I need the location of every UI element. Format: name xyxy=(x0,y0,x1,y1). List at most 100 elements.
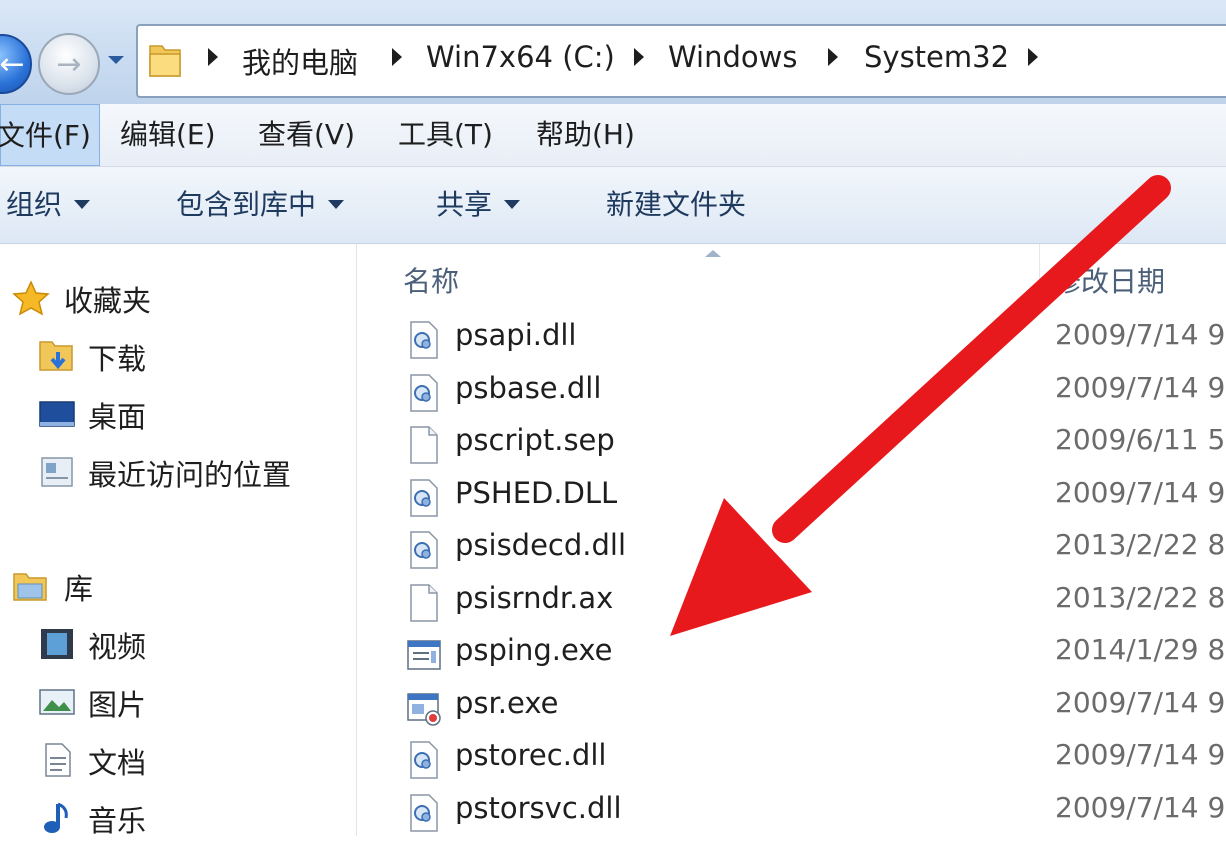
nav-recent-places-label: 最近访问的位置 xyxy=(88,458,292,492)
menu-help[interactable]: 帮助(H) xyxy=(536,104,635,166)
nav-music-label: 音乐 xyxy=(88,804,147,838)
file-list: 名称 修改日期 psapi.dll 2009/7/14 9 psbase.dll 20… xyxy=(357,244,1226,836)
document-icon xyxy=(45,743,71,777)
file-row[interactable]: psapi.dll 2009/7/14 9 xyxy=(357,314,1226,366)
dll-icon xyxy=(410,321,438,359)
star-icon xyxy=(12,280,50,316)
file-row[interactable]: psping.exe 2014/1/29 8 xyxy=(357,629,1226,681)
command-bar: 组织 包含到库中 共享 新建文件夹 xyxy=(0,167,1226,244)
chevron-down-icon xyxy=(328,199,345,209)
file-name: pstorsvc.dll xyxy=(455,790,622,825)
file-name: psisdecd.dll xyxy=(455,528,627,562)
file-name: psping.exe xyxy=(455,633,613,667)
file-name: psapi.dll xyxy=(455,318,577,352)
file-row[interactable]: psisdecd.dll 2013/2/22 8 xyxy=(357,524,1226,576)
address-bar-area: ← → 我的电脑 Win7x64 (C:) Windows System32 xyxy=(0,0,1226,104)
file-icon xyxy=(410,583,438,622)
nav-documents-label: 文档 xyxy=(88,746,147,780)
file-name: psbase.dll xyxy=(455,370,602,405)
nav-music[interactable]: 音乐 xyxy=(0,792,356,842)
folder-icon xyxy=(149,45,181,77)
library-folder-icon xyxy=(13,573,47,601)
navigation-pane: 收藏夹 下载 桌面 最近访问的位置 库 视频 图片 文档 音乐 xyxy=(0,244,357,838)
dll-icon xyxy=(410,373,438,412)
nav-libraries[interactable]: 库 xyxy=(0,560,356,610)
file-name: PSHED.DLL xyxy=(455,475,618,510)
breadcrumb-separator-icon[interactable] xyxy=(1028,48,1038,66)
column-header-date-modified[interactable]: 修改日期 xyxy=(1053,260,1165,300)
file-date-modified: 2009/7/14 9 xyxy=(1055,370,1226,404)
breadcrumb-separator-icon[interactable] xyxy=(634,48,644,66)
nav-desktop-label: 桌面 xyxy=(88,400,147,434)
organize-label: 组织 xyxy=(6,188,63,221)
nav-documents[interactable]: 文档 xyxy=(0,734,356,784)
file-date-modified: 2013/2/22 8 xyxy=(1055,580,1226,614)
downloads-folder-icon xyxy=(39,341,73,371)
nav-downloads-label: 下载 xyxy=(88,342,147,376)
nav-favorites[interactable]: 收藏夹 xyxy=(0,272,356,322)
nav-recent-places[interactable]: 最近访问的位置 xyxy=(0,446,356,496)
include-in-library-button[interactable]: 包含到库中 xyxy=(176,167,345,243)
desktop-icon xyxy=(39,401,75,427)
nav-favorites-label: 收藏夹 xyxy=(64,284,152,318)
file-date-modified: 2009/7/14 9 xyxy=(1055,790,1226,824)
nav-downloads[interactable]: 下载 xyxy=(0,330,356,380)
forward-arrow-icon: → xyxy=(56,46,82,82)
file-row[interactable]: pstorsvc.dll 2009/7/14 9 xyxy=(357,787,1226,839)
file-date-modified: 2009/7/14 9 xyxy=(1055,685,1226,719)
share-label: 共享 xyxy=(436,188,493,221)
picture-icon xyxy=(39,689,75,715)
file-date-modified: 2014/1/29 8 xyxy=(1055,633,1226,666)
column-header-name[interactable]: 名称 xyxy=(403,260,459,300)
menu-file[interactable]: 文件(F) xyxy=(0,104,100,166)
sort-ascending-icon xyxy=(705,250,721,257)
breadcrumb-separator-icon[interactable] xyxy=(392,48,402,66)
file-date-modified: 2009/7/14 9 xyxy=(1055,318,1226,351)
breadcrumb-my-computer[interactable]: 我的电脑 xyxy=(242,40,358,82)
menu-tools[interactable]: 工具(T) xyxy=(398,104,493,166)
nav-videos[interactable]: 视频 xyxy=(0,618,356,668)
file-row[interactable]: psbase.dll 2009/7/14 9 xyxy=(357,367,1226,419)
forward-button[interactable]: → xyxy=(38,33,100,95)
chevron-down-icon xyxy=(504,199,521,209)
address-box[interactable]: 我的电脑 Win7x64 (C:) Windows System32 xyxy=(136,24,1226,98)
nav-pictures-label: 图片 xyxy=(88,688,147,722)
new-folder-button[interactable]: 新建文件夹 xyxy=(606,167,746,243)
nav-pictures[interactable]: 图片 xyxy=(0,676,356,726)
menu-edit[interactable]: 编辑(E) xyxy=(120,104,216,166)
breadcrumb-separator-icon[interactable] xyxy=(208,48,218,66)
nav-videos-label: 视频 xyxy=(88,630,147,664)
file-row[interactable]: pstorec.dll 2009/7/14 9 xyxy=(357,734,1226,786)
chevron-down-icon xyxy=(74,199,91,209)
recent-pages-dropdown-icon[interactable] xyxy=(106,52,126,68)
file-date-modified: 2009/7/14 9 xyxy=(1055,738,1226,771)
breadcrumb-separator-icon[interactable] xyxy=(828,48,838,66)
column-divider[interactable] xyxy=(1039,244,1040,308)
file-row[interactable]: PSHED.DLL 2009/7/14 9 xyxy=(357,472,1226,524)
file-date-modified: 2009/6/11 5 xyxy=(1055,423,1226,456)
breadcrumb-system32[interactable]: System32 xyxy=(864,40,1009,74)
file-name: psr.exe xyxy=(455,685,559,720)
file-row[interactable]: psr.exe 2009/7/14 9 xyxy=(357,682,1226,734)
breadcrumb-c-drive[interactable]: Win7x64 (C:) xyxy=(426,40,615,74)
file-date-modified: 2013/2/22 8 xyxy=(1055,528,1226,561)
breadcrumb-windows[interactable]: Windows xyxy=(668,40,797,74)
film-icon xyxy=(41,629,73,659)
nav-desktop[interactable]: 桌面 xyxy=(0,388,356,438)
file-icon xyxy=(410,426,438,464)
dll-icon xyxy=(410,793,438,832)
file-row[interactable]: psisrndr.ax 2013/2/22 8 xyxy=(357,577,1226,629)
back-button[interactable]: ← xyxy=(0,34,32,94)
nav-libraries-label: 库 xyxy=(64,572,94,606)
share-button[interactable]: 共享 xyxy=(436,167,521,243)
recent-places-icon xyxy=(41,457,73,487)
organize-button[interactable]: 组织 xyxy=(6,167,91,243)
file-row[interactable]: pscript.sep 2009/6/11 5 xyxy=(357,419,1226,471)
psr-exe-icon xyxy=(407,692,441,726)
back-arrow-icon: ← xyxy=(0,46,25,82)
menu-view[interactable]: 查看(V) xyxy=(258,104,355,166)
file-name: pstorec.dll xyxy=(455,738,607,772)
dll-icon xyxy=(410,531,438,569)
file-name: psisrndr.ax xyxy=(455,580,614,615)
dll-icon xyxy=(410,478,438,517)
